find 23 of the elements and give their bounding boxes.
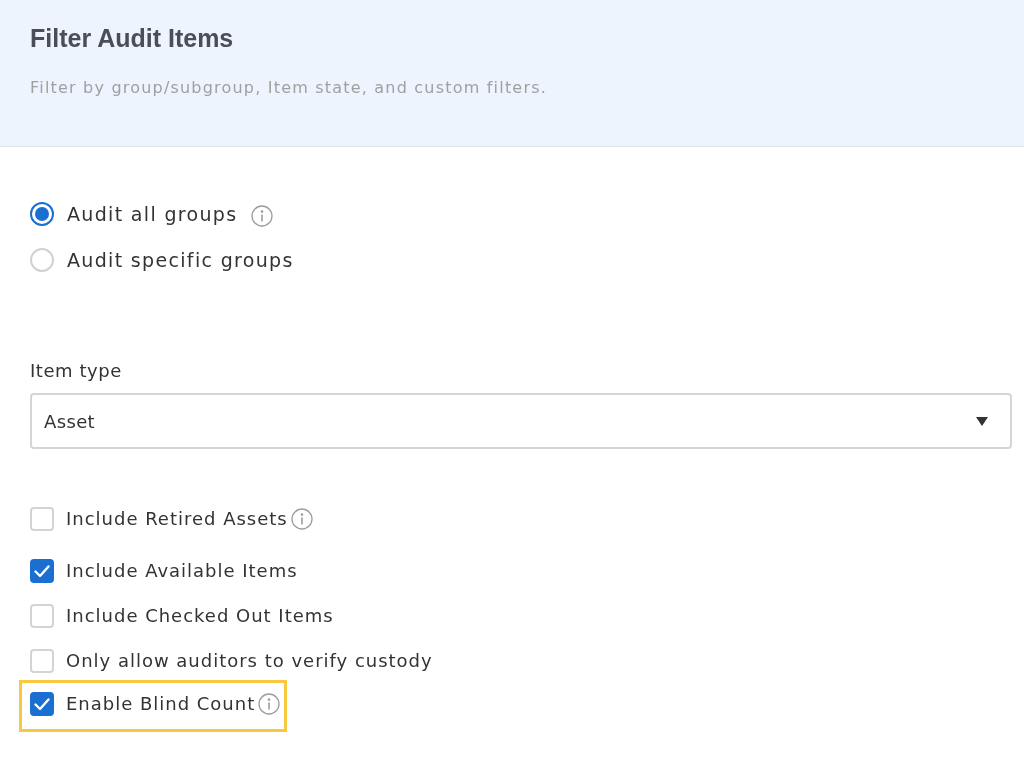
info-icon[interactable] (290, 508, 313, 530)
checkbox[interactable] (30, 507, 54, 531)
checkbox[interactable] (30, 559, 54, 583)
radio-label: Audit specific groups (67, 248, 294, 273)
checkbox[interactable] (30, 692, 54, 716)
checkbox-label: Enable Blind Count (66, 692, 256, 716)
checkbox-label: Include Available Items (66, 559, 298, 583)
item-type-select[interactable]: Asset (30, 393, 1012, 449)
info-icon[interactable] (251, 205, 274, 227)
radio-label: Audit all groups (67, 202, 238, 227)
radio-button[interactable] (30, 202, 54, 226)
checkbox-label: Include Retired Assets (66, 507, 288, 531)
checkmark-icon (34, 697, 50, 711)
checkmark-icon (34, 564, 50, 578)
checkbox[interactable] (30, 604, 54, 628)
checkbox-label: Include Checked Out Items (66, 604, 334, 628)
checkbox-label: Only allow auditors to verify custody (66, 649, 433, 673)
field-label: Item type (30, 360, 122, 382)
info-icon[interactable] (258, 693, 281, 715)
panel-title: Filter Audit Items (30, 24, 234, 52)
checkbox[interactable] (30, 649, 54, 673)
panel-subtitle: Filter by group/subgroup, Item state, and custom filters. (30, 77, 547, 99)
caret-icon (976, 416, 988, 426)
